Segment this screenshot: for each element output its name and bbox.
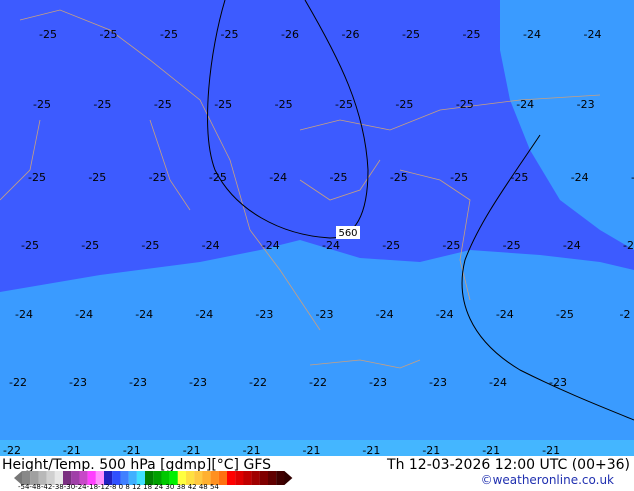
- credit-link[interactable]: ©weatheronline.co.uk: [481, 473, 614, 487]
- temperature-label: -25: [510, 171, 528, 184]
- temperature-label: -24: [436, 308, 454, 321]
- temperature-label: -23: [429, 376, 447, 389]
- temperature-label: -21: [243, 444, 261, 456]
- legend-right-arrow: [284, 471, 293, 485]
- temperature-label: -24: [584, 28, 602, 41]
- temperature-label: -24: [523, 28, 541, 41]
- temperature-label: -25: [28, 171, 46, 184]
- temperature-label: -25: [93, 98, 111, 111]
- temperature-label: -25: [395, 98, 413, 111]
- temperature-label: -25: [442, 239, 460, 252]
- temperature-label: -25: [402, 28, 420, 41]
- temperature-label: -25: [330, 171, 348, 184]
- legend-swatch: [235, 471, 244, 485]
- temperature-label: -23: [129, 376, 147, 389]
- temperature-label: -24: [75, 308, 93, 321]
- temperature-label: -24: [322, 239, 340, 252]
- temperature-label: -25: [214, 98, 232, 111]
- temperature-label: -25: [221, 28, 239, 41]
- temperature-label: -25: [154, 98, 172, 111]
- temperature-label: -23: [189, 376, 207, 389]
- temperature-label: -26: [281, 28, 299, 41]
- temperature-label: -24: [376, 308, 394, 321]
- temperature-label: -24: [623, 239, 634, 252]
- temperature-label: -24: [202, 239, 220, 252]
- temperature-label: -2: [620, 308, 631, 321]
- legend-swatch: [218, 471, 228, 485]
- temperature-label: -23: [316, 308, 334, 321]
- legend-swatch: [276, 471, 285, 485]
- temperature-label: -22: [309, 376, 327, 389]
- temperature-label: -21: [422, 444, 440, 456]
- temperature-label: -24: [516, 98, 534, 111]
- temperature-label: -24: [489, 376, 507, 389]
- temperature-label: -25: [81, 239, 99, 252]
- temperature-label: -23: [577, 98, 595, 111]
- temperature-label: -25: [382, 239, 400, 252]
- temperature-label: -24: [496, 308, 514, 321]
- temperature-label: -25: [503, 239, 521, 252]
- temperature-label: -24: [262, 239, 280, 252]
- temperature-label: -23: [549, 376, 567, 389]
- temperature-label: -25: [160, 28, 178, 41]
- temperature-label: -25: [209, 171, 227, 184]
- legend-swatch: [251, 471, 260, 485]
- temperature-label: -25: [556, 308, 574, 321]
- temperature-label: -21: [183, 444, 201, 456]
- legend-swatch: [227, 471, 236, 485]
- footer: Height/Temp. 500 hPa [gdmp][°C] GFS Th 1…: [0, 456, 634, 491]
- legend-swatch: [268, 471, 277, 485]
- temperature-label: -21: [63, 444, 81, 456]
- temperature-label: -21: [362, 444, 380, 456]
- temperature-label: -21: [123, 444, 141, 456]
- temperature-label: -25: [141, 239, 159, 252]
- temperature-label: -24: [269, 171, 287, 184]
- temperature-label: -22: [3, 444, 21, 456]
- temperature-label: -21: [303, 444, 321, 456]
- temperature-label: -25: [21, 239, 39, 252]
- temperature-label: -26: [342, 28, 360, 41]
- legend-swatch: [259, 471, 269, 485]
- temperature-label: -24: [135, 308, 153, 321]
- temperature-label: -22: [249, 376, 267, 389]
- temperature-label: -25: [33, 98, 51, 111]
- temperature-label: -25: [335, 98, 353, 111]
- temperature-label: -25: [450, 171, 468, 184]
- temperature-label: -24: [195, 308, 213, 321]
- temperature-label: -25: [463, 28, 481, 41]
- temperature-label: -24: [571, 171, 589, 184]
- temperature-label: -22: [9, 376, 27, 389]
- temperature-label: -21: [542, 444, 560, 456]
- weather-map: -25 -25 -25 -25 -26 -26 -25 -25 -24 -24 -24 -25 -25 -…: [0, 0, 634, 456]
- temperature-label: -25: [100, 28, 118, 41]
- temperature-label: -24: [15, 308, 33, 321]
- temperature-label: -24: [563, 239, 581, 252]
- temperature-label: -23: [69, 376, 87, 389]
- temperature-label: -25: [275, 98, 293, 111]
- temperature-label: -21: [482, 444, 500, 456]
- contour-label: 560: [338, 228, 357, 239]
- temperature-label: -25: [39, 28, 57, 41]
- temperature-label: -25: [149, 171, 167, 184]
- temperature-label: -25: [88, 171, 106, 184]
- temperature-label: -23: [255, 308, 273, 321]
- map-datetime: Th 12-03-2026 12:00 UTC (00+36): [387, 457, 630, 473]
- temperature-label: -25: [456, 98, 474, 111]
- legend-swatch: [243, 471, 252, 485]
- temperature-label: -23: [369, 376, 387, 389]
- temperature-label: -25: [390, 171, 408, 184]
